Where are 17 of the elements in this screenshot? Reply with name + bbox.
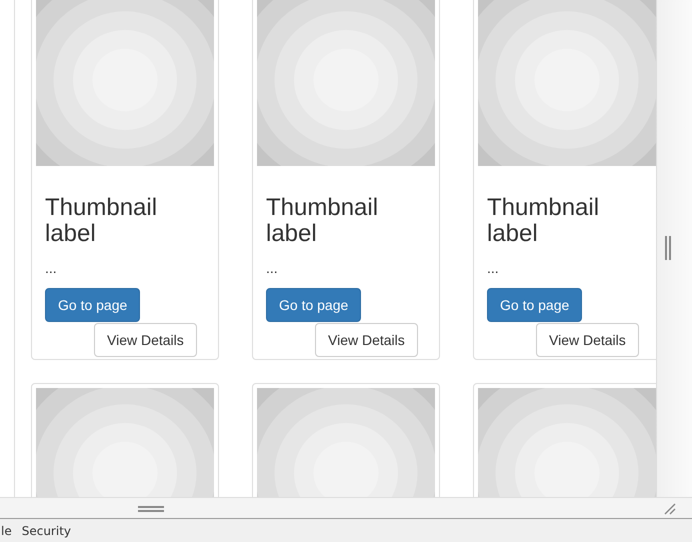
view-details-button[interactable]: View Details (315, 322, 418, 357)
resize-grip-icon[interactable] (138, 506, 164, 512)
go-to-page-button[interactable]: Go to page (487, 288, 582, 322)
thumbnail-text: ... (45, 258, 58, 278)
resize-corner-icon[interactable] (664, 503, 676, 515)
status-tab[interactable]: Security (22, 524, 71, 538)
go-to-page-button[interactable]: Go to page (266, 288, 362, 322)
thumbnail-text: ... (487, 258, 500, 278)
go-to-page-button[interactable]: Go to page (45, 288, 140, 322)
thumbnail-text: ... (266, 258, 279, 278)
resize-grip-icon[interactable] (665, 236, 671, 260)
thumbnail-title: Thumbnail label (487, 195, 600, 248)
view-details-button[interactable]: View Details (94, 322, 197, 357)
status-tab[interactable]: le (1, 524, 12, 538)
thumbnail-title: Thumbnail label (266, 195, 380, 248)
thumbnail-title: Thumbnail label (45, 195, 158, 248)
view-details-button[interactable]: View Details (536, 322, 639, 357)
